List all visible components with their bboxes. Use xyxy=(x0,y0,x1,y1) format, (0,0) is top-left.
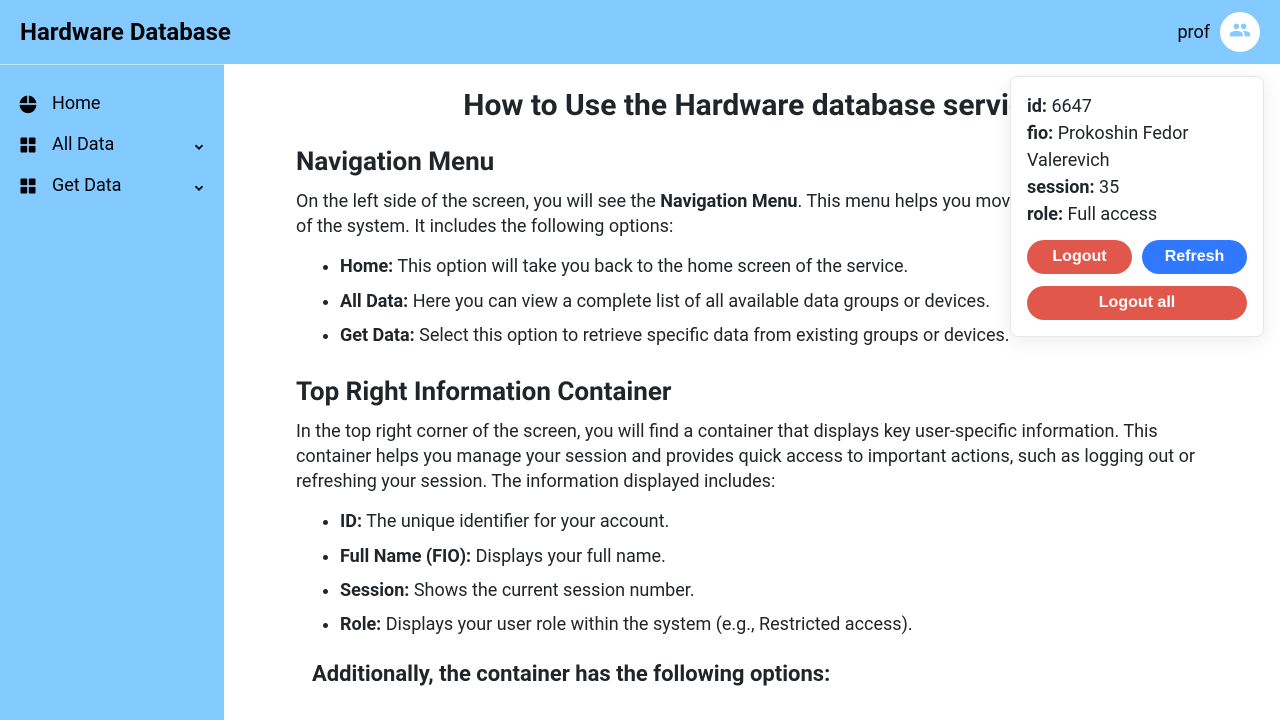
subsection-heading-additional: Additionally, the container has the foll… xyxy=(312,662,1208,687)
list-item: Role: Displays your user role within the… xyxy=(340,609,1208,641)
list-item: Session: Shows the current session numbe… xyxy=(340,575,1208,607)
field-label: role: xyxy=(1027,204,1063,225)
field-value: 35 xyxy=(1099,177,1119,198)
user-info-card: id: 6647 fio: Prokoshin Fedor Valerevich… xyxy=(1010,76,1264,337)
sidebar-item-label: All Data xyxy=(52,134,114,155)
text-bold: Full Name (FIO): xyxy=(340,546,471,567)
refresh-button[interactable]: Refresh xyxy=(1142,240,1247,274)
sidebar-item-all-data[interactable]: All Data xyxy=(10,124,214,165)
sidebar: Home All Data Get Data xyxy=(0,64,224,720)
field-label: id: xyxy=(1027,96,1047,117)
field-label: session: xyxy=(1027,177,1095,198)
field-value: 6647 xyxy=(1051,96,1091,117)
list-item: Full Name (FIO): Displays your full name… xyxy=(340,541,1208,573)
text-bold: Navigation Menu xyxy=(660,191,797,212)
users-icon xyxy=(1229,19,1251,45)
text-span: Select this option to retrieve specific … xyxy=(415,325,1010,346)
top-bar: Hardware Database prof xyxy=(0,0,1280,64)
sidebar-item-get-data[interactable]: Get Data xyxy=(10,165,214,206)
list-item: ID: The unique identifier for your accou… xyxy=(340,506,1208,538)
avatar-button[interactable] xyxy=(1220,12,1260,52)
text-bold: Session: xyxy=(340,580,409,601)
text-bold: All Data: xyxy=(340,291,408,312)
text-bold: Get Data: xyxy=(340,325,415,346)
chevron-down-icon xyxy=(192,179,206,193)
profile-label: prof xyxy=(1177,22,1210,43)
section-heading-topright: Top Right Information Container xyxy=(296,377,1208,407)
topright-list: ID: The unique identifier for your accou… xyxy=(340,506,1208,642)
text-span: Shows the current session number. xyxy=(409,580,694,601)
text-bold: ID: xyxy=(340,511,362,532)
chevron-down-icon xyxy=(192,138,206,152)
topright-paragraph: In the top right corner of the screen, y… xyxy=(296,419,1208,495)
text-span: This option will take you back to the ho… xyxy=(393,256,908,277)
logout-button[interactable]: Logout xyxy=(1027,240,1132,274)
user-fio-line: fio: Prokoshin Fedor Valerevich xyxy=(1027,120,1247,174)
logout-all-button[interactable]: Logout all xyxy=(1027,286,1247,320)
sidebar-item-label: Get Data xyxy=(52,175,121,196)
pie-chart-icon xyxy=(18,94,38,114)
field-label: fio: xyxy=(1027,123,1053,144)
sidebar-item-home[interactable]: Home xyxy=(10,83,214,124)
user-id-line: id: 6647 xyxy=(1027,93,1247,120)
main-content: How to Use the Hardware database service… xyxy=(224,64,1280,720)
text-bold: Role: xyxy=(340,614,381,635)
top-bar-right: prof xyxy=(1177,12,1260,52)
grid-icon xyxy=(18,176,38,196)
text-bold: Home: xyxy=(340,256,393,277)
text-span: Displays your user role within the syste… xyxy=(381,614,912,635)
text-span: The unique identifier for your account. xyxy=(362,511,669,532)
user-role-line: role: Full access xyxy=(1027,201,1247,228)
user-session-line: session: 35 xyxy=(1027,174,1247,201)
app-title: Hardware Database xyxy=(20,18,231,46)
grid-icon xyxy=(18,135,38,155)
text-span: Here you can view a complete list of all… xyxy=(408,291,990,312)
text-span: Displays your full name. xyxy=(471,546,666,567)
text-span: On the left side of the screen, you will… xyxy=(296,191,660,212)
sidebar-item-label: Home xyxy=(52,93,100,114)
field-value: Full access xyxy=(1068,204,1158,225)
